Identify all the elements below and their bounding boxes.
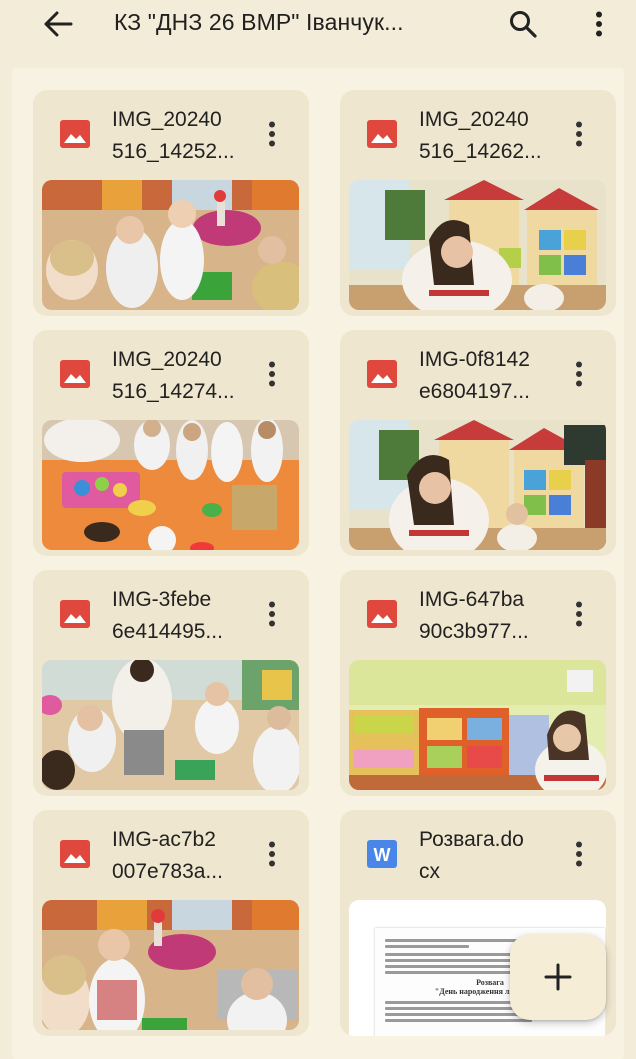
image-file-icon [367,360,397,388]
file-card-header: IMG-647ba 90c3b977... [340,570,616,660]
file-card-header: IMG_20240 516_14274... [33,330,309,420]
file-name: IMG-ac7b2 007e783a... [112,828,223,883]
file-card-header: IMG-3febe 6e414495... [33,570,309,660]
more-vert-icon [269,841,275,867]
more-vert-icon [269,601,275,627]
add-icon [544,963,572,991]
image-file-icon [60,600,90,628]
file-card-header: W Розвага.do cx [340,810,616,900]
file-more-button[interactable] [257,356,287,392]
file-grid: IMG_20240 516_14252... IMG_20240 516_142… [12,68,624,1059]
more-vert-icon [576,361,582,387]
file-more-button[interactable] [257,836,287,872]
word-file-icon: W [367,840,397,868]
image-file-icon [367,120,397,148]
image-file-icon [60,360,90,388]
file-thumbnail [42,420,299,550]
folder-title: КЗ "ДНЗ 26 ВМР" Іванчук... [114,9,404,35]
file-card-header: IMG-0f8142 e6804197... [340,330,616,420]
file-name: IMG_20240 516_14262... [419,108,542,163]
file-card[interactable]: IMG-0f8142 e6804197... [340,330,616,556]
more-vert-icon [576,601,582,627]
file-name: IMG-647ba 90c3b977... [419,588,529,643]
file-thumbnail [42,900,299,1030]
file-more-button[interactable] [564,596,594,632]
more-vert-icon [269,361,275,387]
file-more-button[interactable] [564,356,594,392]
file-more-button[interactable] [257,596,287,632]
file-card[interactable]: IMG_20240 516_14252... [33,90,309,316]
file-thumbnail [349,660,606,790]
add-button[interactable] [510,934,606,1020]
file-more-button[interactable] [564,116,594,152]
more-vert-icon [269,121,275,147]
file-card[interactable]: IMG_20240 516_14262... [340,90,616,316]
more-options-button[interactable] [584,6,614,42]
search-button[interactable] [504,6,542,42]
file-thumbnail [349,180,606,310]
file-thumbnail [42,180,299,310]
file-more-button[interactable] [257,116,287,152]
file-name: IMG-3febe 6e414495... [112,588,223,643]
back-button[interactable] [38,8,78,40]
file-card[interactable]: IMG-3febe 6e414495... [33,570,309,796]
more-vert-icon [576,121,582,147]
more-vert-icon [596,11,602,37]
image-file-icon [60,840,90,868]
file-card[interactable]: IMG-647ba 90c3b977... [340,570,616,796]
svg-text:W: W [374,845,391,865]
image-file-icon [60,120,90,148]
file-card-header: IMG_20240 516_14262... [340,90,616,180]
file-name: Розвага.do cx [419,828,524,883]
file-thumbnail [42,660,299,790]
file-card[interactable]: IMG_20240 516_14274... [33,330,309,556]
file-name: IMG-0f8142 e6804197... [419,348,530,403]
file-card-header: IMG-ac7b2 007e783a... [33,810,309,900]
file-name: IMG_20240 516_14274... [112,348,235,403]
more-vert-icon [576,841,582,867]
file-card-header: IMG_20240 516_14252... [33,90,309,180]
file-card[interactable]: IMG-ac7b2 007e783a... [33,810,309,1036]
file-name: IMG_20240 516_14252... [112,108,235,163]
file-more-button[interactable] [564,836,594,872]
arrow-back-icon [44,11,73,37]
image-file-icon [367,600,397,628]
top-app-bar: КЗ "ДНЗ 26 ВМР" Іванчук... [0,0,636,48]
file-thumbnail [349,420,606,550]
search-icon [510,11,537,38]
